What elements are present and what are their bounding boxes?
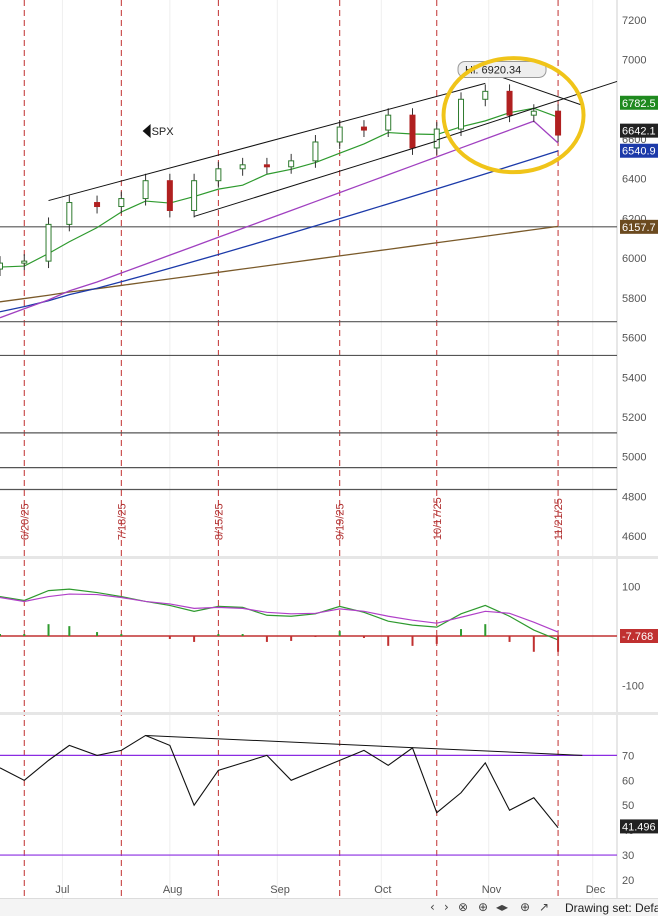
macd-panel: 100 -100 -7.768 (0, 582, 658, 692)
price-tick-label: 5400 (622, 372, 646, 384)
price-tick-label: 7000 (622, 55, 646, 67)
candle-body (21, 260, 28, 264)
price-tick-label: 7200 (622, 15, 646, 27)
price-tick-label: 5800 (622, 293, 646, 305)
scroll-right-icon[interactable]: › (444, 900, 449, 914)
symbol-marker-icon (142, 124, 151, 139)
price-label: 6642.1 (622, 126, 656, 138)
candle-body (0, 262, 3, 270)
price-label: 6540.9 (622, 146, 656, 158)
ma200-line (0, 225, 559, 303)
candle-body (360, 126, 367, 131)
pan-icon[interactable]: ◂▸ (496, 900, 508, 914)
rsi-tick-label: 20 (622, 875, 634, 887)
candle-body (506, 90, 513, 116)
month-label: Dec (586, 884, 606, 896)
expiry-date-label: 7/18/25 (116, 503, 128, 540)
candle-body (239, 164, 246, 170)
macd-signal-line (0, 593, 559, 633)
toolbar: ‹ › ⊗ ⊕ ◂▸ ⊕ ↗ Drawing set: Defa (0, 898, 658, 916)
rsi-tick-label: 30 (622, 850, 634, 862)
price-tick-label: 6000 (622, 253, 646, 265)
symbol-label: SPX (152, 126, 175, 138)
price-tick-label: 5600 (622, 333, 646, 345)
candle-body (409, 114, 416, 149)
candle-body (312, 141, 319, 162)
rsi-panel: 70605040302041.496 (0, 734, 658, 887)
macd-tick-label: -100 (622, 680, 644, 692)
month-label: Sep (270, 884, 290, 896)
expiry-date-label: 8/15/25 (213, 503, 225, 540)
candle-body (336, 126, 343, 143)
candle-body (482, 90, 489, 100)
candle-body (142, 180, 149, 200)
ma100-line (0, 150, 559, 313)
rsi-trendline (145, 734, 583, 756)
rsi-value-label: 41.496 (622, 821, 656, 833)
price-panel: 4600480050005200540056005800600062006400… (0, 15, 658, 543)
rsi-line (0, 734, 559, 829)
candle-body (433, 128, 440, 149)
price-label: 6782.5 (622, 98, 656, 110)
drawing-set-label[interactable]: Drawing set: Defa (565, 901, 658, 915)
candle-body (118, 198, 125, 208)
macd-value-label: -7.768 (622, 631, 653, 643)
candle-body (66, 202, 73, 225)
macd-tick-label: 100 (622, 582, 640, 594)
price-label: 6157.7 (622, 222, 656, 234)
candle-body (263, 164, 270, 168)
candle-body (94, 202, 101, 208)
month-label: Aug (163, 884, 183, 896)
candle-body (385, 114, 392, 131)
zoom-in-icon[interactable]: ⊕ (478, 900, 488, 914)
candle-body (215, 168, 222, 182)
draw-tool-icon[interactable]: ↗ (539, 900, 549, 914)
candle-body (166, 180, 173, 211)
rsi-tick-label: 70 (622, 750, 634, 762)
scroll-left-icon[interactable]: ‹ (430, 900, 435, 914)
expiry-date-label: 6/20/25 (19, 503, 31, 540)
rsi-tick-label: 60 (622, 775, 634, 787)
candle-body (45, 223, 52, 262)
candle-body (458, 98, 465, 130)
panel-divider (0, 556, 658, 559)
zoom-out-icon[interactable]: ⊗ (458, 900, 468, 914)
price-tick-label: 4600 (622, 531, 646, 543)
expiry-date-label: 9/19/25 (335, 503, 347, 540)
price-tick-label: 5200 (622, 412, 646, 424)
expiry-date-label: 10/17/25 (432, 497, 444, 540)
month-label: Nov (482, 884, 502, 896)
spx-chart[interactable]: Jul Aug Sep Oct Nov Dec 4600 4800 5000 5200 5400 5… (0, 0, 658, 915)
ma50-line (0, 120, 559, 319)
expiry-date-label: 11/21/25 (553, 498, 565, 540)
candle-body (288, 160, 295, 168)
candle-body (191, 180, 198, 211)
crosshair-icon[interactable]: ⊕ (520, 900, 530, 914)
ma20-line (0, 107, 559, 268)
month-label: Jul (55, 884, 69, 896)
price-tick-label: 4800 (622, 491, 646, 503)
candle-body (555, 110, 562, 136)
month-label: Oct (374, 884, 391, 896)
rsi-tick-label: 50 (622, 800, 634, 812)
panel-divider (0, 712, 658, 715)
candle-body (530, 110, 537, 116)
price-tick-label: 5000 (622, 452, 646, 464)
channel-upper-line (48, 82, 486, 202)
price-tick-label: 6400 (622, 174, 646, 186)
